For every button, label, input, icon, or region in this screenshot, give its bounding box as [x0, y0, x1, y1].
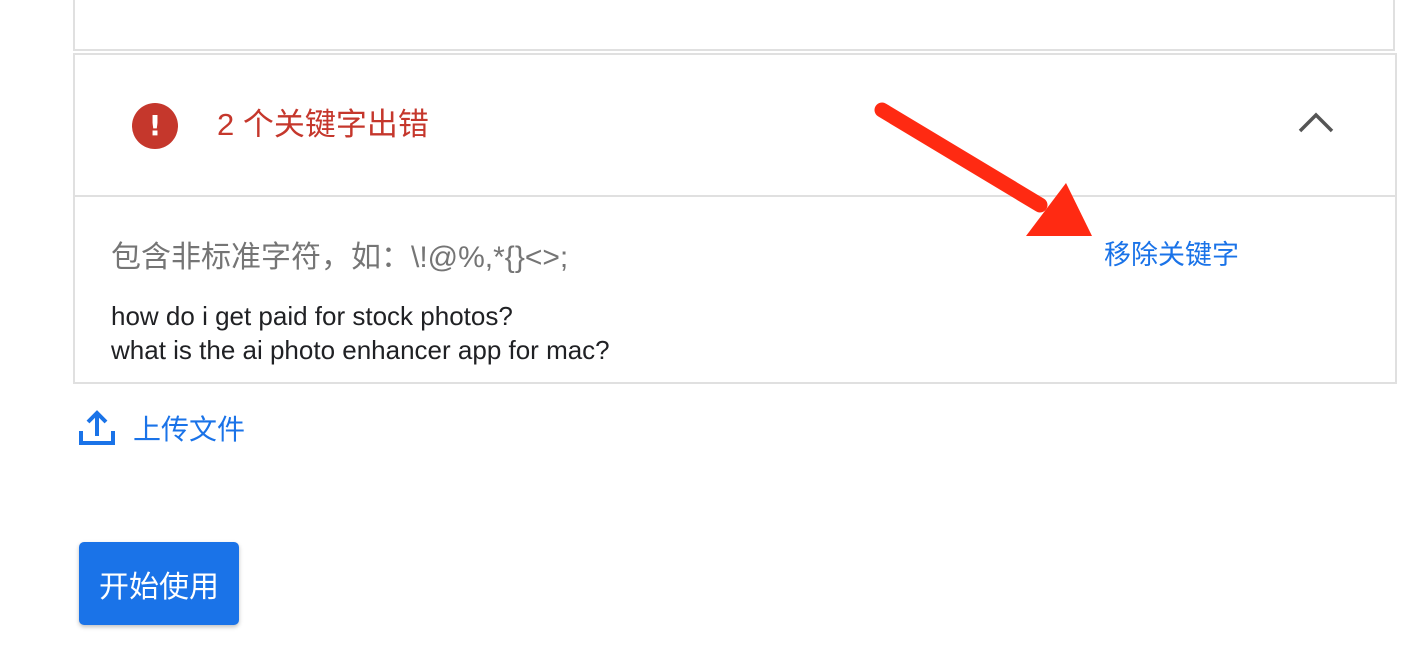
remove-keywords-link[interactable]: 移除关键字: [1104, 237, 1239, 273]
keyword-error-panel: ! 2 个关键字出错 包含非标准字符，如：\!@%,*{}<>; 移除关键字 h…: [73, 53, 1397, 384]
error-description: 包含非标准字符，如：\!@%,*{}<>;: [111, 241, 569, 274]
error-panel-header[interactable]: ! 2 个关键字出错: [75, 55, 1395, 197]
error-exclamation-icon: !: [132, 103, 178, 149]
upload-file-button[interactable]: 上传文件: [78, 408, 245, 448]
invalid-keyword-list: how do i get paid for stock photos? what…: [111, 299, 610, 367]
start-button[interactable]: 开始使用: [79, 542, 239, 625]
chevron-up-icon[interactable]: [1296, 103, 1336, 143]
error-title: 2 个关键字出错: [217, 107, 429, 142]
keyword-item: how do i get paid for stock photos?: [111, 301, 513, 331]
keyword-item: what is the ai photo enhancer app for ma…: [111, 335, 610, 365]
page: ! 2 个关键字出错 包含非标准字符，如：\!@%,*{}<>; 移除关键字 h…: [0, 0, 1406, 650]
previous-card: [73, 0, 1395, 51]
upload-file-label: 上传文件: [133, 414, 246, 445]
upload-icon: [79, 410, 115, 445]
